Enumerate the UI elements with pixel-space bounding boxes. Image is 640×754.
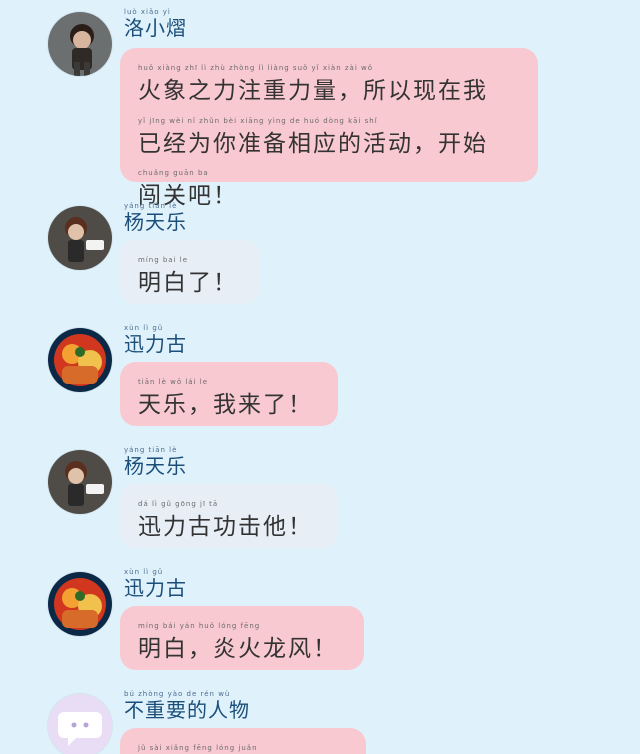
message-text-line: 闯关吧！ [138,183,238,209]
message-text-line: 明白了！ [138,270,238,296]
sender-name: 杨天乐 [124,210,187,234]
sender-name: 不重要的人物 [124,698,250,722]
robot-chat-icon [48,694,112,754]
message-bubble[interactable]: dá lì gǔ gōng jī tā 迅力古功击他！ [120,484,338,548]
message-bubble[interactable]: míng bai le 明白了！ [120,240,260,304]
message-pinyin-line: míng bái yán huǒ lóng fēng [138,622,261,630]
avatar-yang-tian-le[interactable] [48,206,112,270]
avatar-yang-tian-le-icon [48,206,112,270]
avatar-xun-li-gu[interactable] [48,328,112,392]
message-bubble[interactable]: huǒ xiàng zhī lì zhù zhòng lì liàng suǒ … [120,48,538,209]
message-text-line: 明白，炎火龙风！ [138,636,338,662]
message-pinyin-line: dá lì gǔ gōng jī tā [138,500,219,508]
message-bubble[interactable]: míng bái yán huǒ lóng fēng 明白，炎火龙风！ [120,606,364,670]
avatar-xun-li-gu-icon [48,572,112,636]
message-pinyin-line: jǔ sài xiǎng fēng lóng juǎn [138,744,258,752]
message-text-line: 已经为你准备相应的活动，开始 [138,130,488,157]
avatar-luo-xiao-yi[interactable] [48,12,112,76]
message-text-line: 天乐，我来了！ [138,392,313,418]
avatar-yang-tian-le-icon [48,450,112,514]
avatar-yang-tian-le[interactable] [48,450,112,514]
message-text-line: 迅力古功击他！ [138,514,313,540]
message-pinyin-line: tiān lè wǒ lái le [138,378,209,386]
message-bubble[interactable]: jǔ sài xiǎng fēng lóng juǎn [120,728,366,754]
sender-name: 迅力古 [124,332,187,356]
message-bubble[interactable]: tiān lè wǒ lái le 天乐，我来了！ [120,362,338,426]
message-pinyin-line: míng bai le [138,256,189,264]
sender-name: 迅力古 [124,576,187,600]
message-text-line: 火象之力注重力量，所以现在我 [138,78,488,104]
avatar-xun-li-gu-icon [48,328,112,392]
message-pinyin-line: huǒ xiàng zhī lì zhù zhòng lì liàng suǒ … [138,64,374,72]
avatar-xun-li-gu[interactable] [48,572,112,636]
avatar-luo-xiao-yi-icon [48,12,112,76]
message-pinyin-line: chuǎng guān ba [138,169,209,177]
sender-name: 洛小熠 [124,16,187,40]
avatar-robot-chat[interactable] [48,694,112,754]
sender-name: 杨天乐 [124,454,187,478]
message-pinyin-line: yǐ jīng wèi nǐ zhǔn bèi xiāng yìng de hu… [138,116,378,125]
chat-view: luò xiǎo yì 洛小熠 huǒ xiàng zhī lì zhù zhò… [0,0,640,754]
